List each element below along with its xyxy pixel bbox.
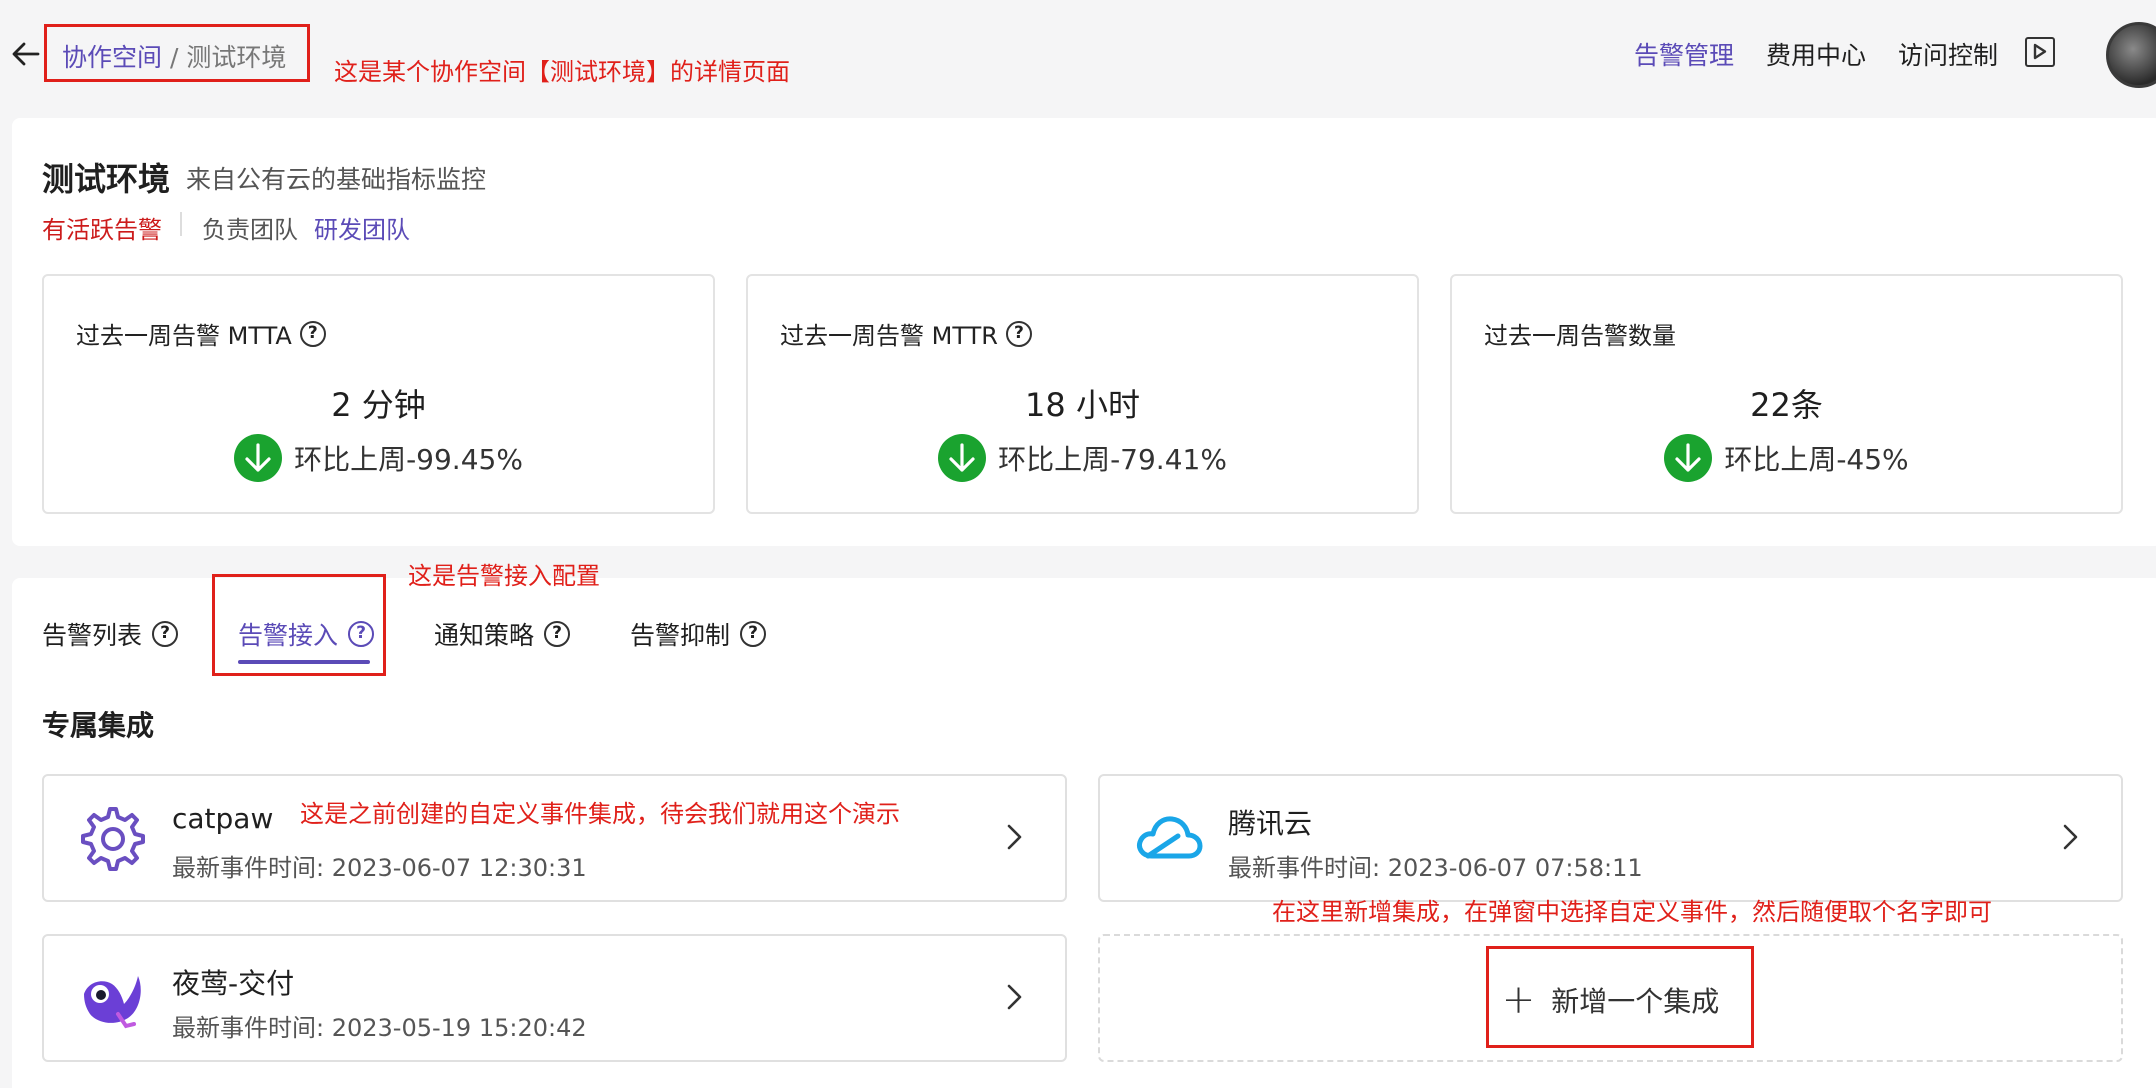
nav-access-control[interactable]: 访问控制: [1898, 36, 1998, 72]
stat-value: 22条: [1750, 386, 1823, 424]
annotation-page-note: 这是某个协作空间【测试环境】的详情页面: [334, 58, 790, 86]
chevron-right-icon: [2063, 824, 2078, 850]
integration-last-event-time: 最新事件时间: 2023-06-07 07:58:11: [1228, 854, 1643, 882]
annotation-add-note: 在这里新增集成，在弹窗中选择自定义事件，然后随便取个名字即可: [1272, 898, 1992, 926]
section-title: 专属集成: [42, 709, 155, 742]
back-arrow-icon[interactable]: [8, 36, 44, 72]
arrow-down-icon: [234, 434, 283, 482]
tab-alert-suppression[interactable]: 告警抑制?: [630, 616, 767, 652]
annotation-box-breadcrumb: [44, 24, 310, 82]
nightingale-icon: [84, 976, 141, 1029]
stat-label: 过去一周告警数量: [1484, 316, 1676, 351]
help-icon[interactable]: ?: [299, 320, 326, 347]
stat-trend: 环比上周-45%: [1452, 434, 2121, 482]
chevron-right-icon: [1007, 984, 1022, 1010]
team-name-link[interactable]: 研发团队: [314, 210, 410, 245]
tab-label: 告警抑制: [630, 621, 731, 650]
help-icon[interactable]: ?: [544, 621, 571, 647]
stat-label-text: 过去一周告警 MTTA: [76, 322, 292, 350]
environment-subtitle: 来自公有云的基础指标监控: [186, 165, 487, 194]
integration-name: catpaw: [172, 802, 274, 835]
alert-status-badge[interactable]: 有活跃告警: [42, 210, 162, 245]
help-icon[interactable]: ?: [1005, 320, 1032, 347]
annotation-catpaw-note: 这是之前创建的自定义事件集成，待会我们就用这个演示: [300, 800, 900, 828]
nav-billing-center[interactable]: 费用中心: [1766, 36, 1866, 72]
stat-trend-text: 环比上周-99.45%: [294, 443, 523, 476]
integration-card-nightingale[interactable]: 夜莺-交付 最新事件时间: 2023-05-19 15:20:42: [42, 934, 1067, 1062]
team-label: 负责团队: [202, 216, 298, 244]
annotation-tab-note: 这是告警接入配置: [408, 562, 600, 590]
help-icon[interactable]: ?: [740, 621, 767, 647]
gear-icon: [81, 807, 145, 871]
play-icon[interactable]: [2025, 37, 2055, 67]
integration-last-event-time: 最新事件时间: 2023-06-07 12:30:31: [172, 854, 587, 882]
arrow-down-icon: [1664, 434, 1713, 482]
environment-title: 测试环境: [42, 160, 171, 198]
stat-trend: 环比上周-99.45%: [44, 434, 713, 482]
annotation-box-tab: [212, 574, 386, 676]
integration-name: 腾讯云: [1228, 807, 1313, 840]
cloud-icon: [1137, 816, 1203, 859]
arrow-down-icon: [938, 434, 987, 482]
integration-name: 夜莺-交付: [172, 967, 295, 1000]
integration-card-tencent-cloud[interactable]: 腾讯云 最新事件时间: 2023-06-07 07:58:11: [1098, 774, 2123, 902]
nav-alert-management[interactable]: 告警管理: [1634, 36, 1734, 72]
stat-label-text: 过去一周告警 MTTR: [780, 322, 998, 350]
tab-label: 告警列表: [42, 621, 143, 650]
meta-divider: [180, 212, 182, 236]
chevron-right-icon: [1007, 824, 1022, 850]
stat-value: 18 小时: [1025, 386, 1140, 424]
stat-label: 过去一周告警 MTTA?: [76, 316, 326, 351]
stat-card-alert-count: 过去一周告警数量 22条 环比上周-45%: [1450, 274, 2123, 514]
stat-trend-text: 环比上周-45%: [1724, 443, 1909, 476]
stat-value: 2 分钟: [331, 386, 426, 424]
stat-trend: 环比上周-79.41%: [748, 434, 1417, 482]
help-icon[interactable]: ?: [152, 621, 179, 647]
stat-trend-text: 环比上周-79.41%: [998, 443, 1227, 476]
stat-card-mttr: 过去一周告警 MTTR? 18 小时 环比上周-79.41%: [746, 274, 1419, 514]
tab-notification-policy[interactable]: 通知策略?: [434, 616, 571, 652]
avatar[interactable]: [2106, 22, 2156, 88]
tab-alert-list[interactable]: 告警列表?: [42, 616, 179, 652]
annotation-box-add: [1486, 946, 1754, 1048]
stat-label-text: 过去一周告警数量: [1484, 322, 1676, 350]
tab-label: 通知策略: [434, 621, 535, 650]
stat-label: 过去一周告警 MTTR?: [780, 316, 1032, 351]
integration-last-event-time: 最新事件时间: 2023-05-19 15:20:42: [172, 1014, 587, 1042]
stat-card-mtta: 过去一周告警 MTTA? 2 分钟 环比上周-99.45%: [42, 274, 715, 514]
